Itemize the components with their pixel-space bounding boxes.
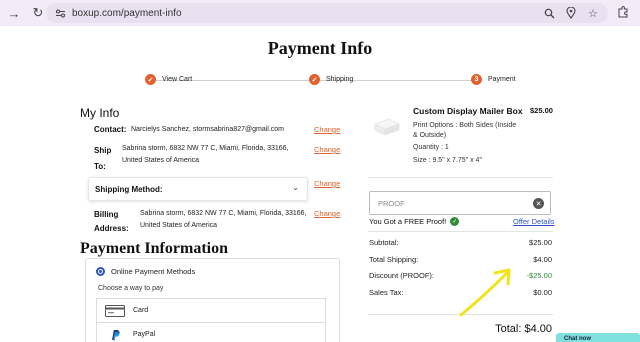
change-billing-link[interactable]: Change xyxy=(314,209,340,218)
payment-method-label: PayPal xyxy=(133,331,156,338)
sales-tax-value: $0.00 xyxy=(533,288,552,297)
ship-to-line1: Sabrina storm, 6832 NW 77 C, Miami, Flor… xyxy=(122,145,289,152)
billing-label-line2: Address: xyxy=(94,224,129,233)
shipping-method-dropdown[interactable]: Shipping Method: ⌄ xyxy=(88,177,308,201)
arrow-forward-icon[interactable]: → xyxy=(5,4,23,22)
payment-method-paypal[interactable]: PayPal xyxy=(96,322,326,342)
print-options-line2: & Outside) xyxy=(413,132,447,139)
free-proof-message: You Got a FREE Proof! ✓ xyxy=(369,217,460,226)
ship-to-value: Sabrina storm, 6832 NW 77 C, Miami, Flor… xyxy=(122,143,289,167)
payment-methods-panel: Online Payment Methods Choose a way to p… xyxy=(85,258,340,342)
chevron-down-icon: ⌄ xyxy=(292,183,299,192)
chat-now-button[interactable]: Chat now xyxy=(556,333,640,342)
my-info-title: My Info xyxy=(80,106,120,120)
address-bar[interactable]: boxup.com/payment-info ☆ xyxy=(46,3,608,23)
step-label: View Cart xyxy=(162,76,193,83)
zoom-icon[interactable] xyxy=(542,6,556,20)
product-size: Size : 9.5" x 7.75" x 4" xyxy=(413,157,482,164)
product-title: Custom Display Mailer Box xyxy=(413,106,523,116)
product-quantity: Quantity : 1 xyxy=(413,144,449,151)
shipping-method-label: Shipping Method: xyxy=(95,185,163,194)
ship-to-label-line1: Ship xyxy=(94,146,112,155)
change-contact-link[interactable]: Change xyxy=(314,125,340,134)
billing-line1: Sabrina storm, 6832 NW 77 C, Miami, Flor… xyxy=(140,210,307,217)
discount-label: Discount (PROOF): xyxy=(369,271,435,280)
choose-way-text: Choose a way to pay xyxy=(98,285,164,292)
free-proof-text: You Got a FREE Proof! xyxy=(369,217,447,226)
page: → ↻ boxup.com/payment-info ☆ Payment Inf… xyxy=(0,0,640,342)
online-payment-option[interactable]: Online Payment Methods xyxy=(96,267,195,276)
payment-method-label: Card xyxy=(133,307,149,314)
change-ship-to-link[interactable]: Change xyxy=(314,145,340,154)
product-price: $25.00 xyxy=(530,106,553,115)
billing-label-line1: Billing xyxy=(94,210,119,219)
step-shipping[interactable]: ✓ Shipping xyxy=(309,74,353,85)
billing-value: Sabrina storm, 6832 NW 77 C, Miami, Flor… xyxy=(140,208,307,232)
shipping-total-value: $4.00 xyxy=(533,255,552,264)
paypal-icon xyxy=(103,329,127,341)
product-image xyxy=(372,115,402,137)
ship-to-label-line2: To: xyxy=(94,162,106,171)
billing-label: Billing Address: xyxy=(94,209,129,235)
step-label: Shipping xyxy=(326,76,354,83)
online-payment-label: Online Payment Methods xyxy=(111,267,196,276)
divider xyxy=(368,231,553,232)
subtotal-value: $25.00 xyxy=(529,238,552,247)
payment-method-card[interactable]: Card xyxy=(96,298,326,323)
step-number: 3 xyxy=(471,74,482,85)
promo-code-text: PROOF xyxy=(378,198,405,208)
discount-value: -$25.00 xyxy=(526,271,552,280)
contact-value: Narcielys Sanchez, stormsabrina827@gmail… xyxy=(131,126,284,133)
card-icon xyxy=(103,304,127,317)
location-icon[interactable] xyxy=(564,6,578,20)
step-payment[interactable]: 3 Payment xyxy=(471,74,516,85)
ship-to-label: Ship To: xyxy=(94,145,111,173)
contact-label: Contact: xyxy=(94,125,127,134)
offer-details-link[interactable]: Offer Details xyxy=(513,217,555,226)
extensions-icon[interactable] xyxy=(616,5,630,19)
promo-code-input[interactable]: PROOF ✕ xyxy=(369,191,551,215)
step-view-cart[interactable]: ✓ View Cart xyxy=(145,74,192,85)
radio-selected[interactable] xyxy=(96,267,105,276)
clear-icon[interactable]: ✕ xyxy=(533,198,544,209)
site-info-icon[interactable] xyxy=(54,7,66,19)
divider xyxy=(368,177,553,178)
step-check-icon: ✓ xyxy=(145,74,156,85)
total-value: $4.00 xyxy=(524,323,552,335)
print-options-line1: Print Options : Both Sides (Inside xyxy=(413,122,517,129)
step-check-icon: ✓ xyxy=(309,74,320,85)
bookmark-star-icon[interactable]: ☆ xyxy=(586,6,600,20)
url-text[interactable]: boxup.com/payment-info xyxy=(72,8,182,19)
annotation-arrow-icon xyxy=(455,265,517,325)
subtotal-label: Subtotal: xyxy=(369,238,399,247)
change-shipping-method-link[interactable]: Change xyxy=(314,179,340,188)
billing-line2: United States of America xyxy=(140,222,218,229)
ship-to-line2: United States of America xyxy=(122,157,200,164)
shipping-total-label: Total Shipping: xyxy=(369,255,419,264)
browser-toolbar: → ↻ boxup.com/payment-info ☆ xyxy=(0,0,640,26)
check-icon: ✓ xyxy=(450,217,460,226)
page-title: Payment Info xyxy=(267,38,373,58)
step-label: Payment xyxy=(488,76,516,83)
reload-icon[interactable]: ↻ xyxy=(29,4,47,22)
payment-information-title: Payment Information xyxy=(80,240,228,257)
sales-tax-label: Sales Tax: xyxy=(369,288,404,297)
